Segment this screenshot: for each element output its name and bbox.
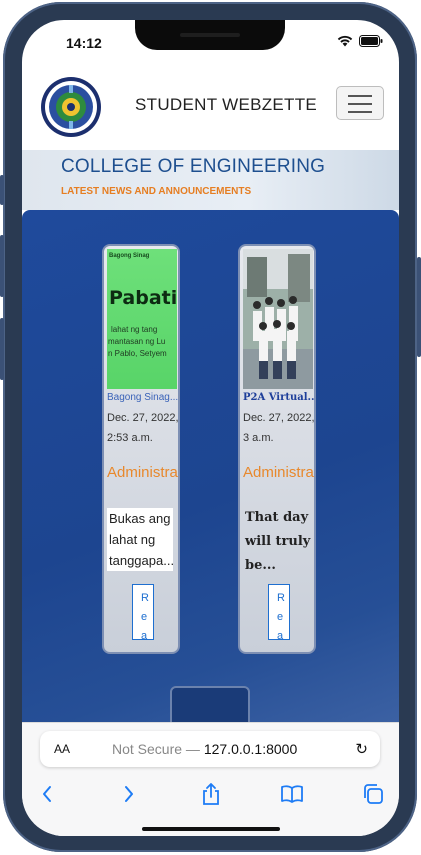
volume-down-button — [0, 318, 4, 380]
reload-icon[interactable]: ↻ — [355, 740, 368, 758]
news-card-author: Administrator — [107, 464, 178, 481]
security-label: Not Secure — — [112, 741, 200, 757]
news-card-image-headline: Pabatid! — [109, 287, 178, 309]
read-more-button[interactable]: Read more — [132, 584, 154, 640]
address-bar[interactable]: AA Not Secure — 127.0.0.1:8000 ↻ — [40, 731, 380, 767]
back-button[interactable] — [32, 779, 62, 809]
hero-banner: COLLEGE OF ENGINEERING LATEST NEWS AND A… — [22, 150, 399, 210]
news-card-excerpt: Bukas ang lahat ng tanggapa... — [107, 508, 174, 571]
wifi-icon — [337, 35, 353, 47]
url-display[interactable]: Not Secure — 127.0.0.1:8000 — [112, 741, 297, 757]
hero-subtitle: LATEST NEWS AND ANNOUNCEMENTS — [61, 186, 252, 197]
read-more-button[interactable]: Read more — [268, 584, 290, 640]
news-card-image-line: lahat ng tang — [111, 325, 158, 334]
battery-icon — [359, 35, 383, 47]
news-card-author: Administrator — [243, 464, 314, 481]
hero-title: COLLEGE OF ENGINEERING — [61, 156, 326, 177]
news-card-category[interactable]: P2A Virtual... — [243, 392, 314, 403]
news-card-image-top: Bagong Sinag — [109, 253, 150, 259]
brand-title[interactable]: STUDENT WEBZETTE — [135, 95, 317, 115]
menu-toggle-button[interactable] — [336, 86, 384, 120]
status-icons — [337, 35, 383, 47]
news-card-date: Dec. 27, 2022, 2:53 a.m. — [107, 412, 179, 444]
text-size-button[interactable]: AA — [54, 742, 70, 756]
hamburger-line-icon — [348, 103, 372, 105]
tabs-button[interactable] — [358, 779, 388, 809]
status-time: 14:12 — [66, 35, 102, 51]
hamburger-line-icon — [348, 111, 372, 113]
college-logo-icon[interactable] — [40, 76, 102, 138]
chevron-left-icon — [43, 786, 51, 802]
safari-toolbar: AA Not Secure — 127.0.0.1:8000 ↻ — [22, 722, 399, 836]
power-button — [417, 257, 421, 357]
share-button[interactable] — [196, 779, 226, 809]
share-icon — [203, 783, 219, 805]
silent-switch — [0, 175, 4, 205]
news-section: Bagong Sinag Pabatid! lahat ng tang mant… — [22, 210, 399, 730]
news-card-image-line: mantasan ng Lu — [108, 337, 166, 346]
home-indicator[interactable] — [142, 827, 280, 831]
screen: 14:12 STUDENT WEBZETTE COLLEGE OF ENGINE… — [22, 20, 399, 836]
volume-up-button — [0, 235, 4, 297]
browser-nav-toolbar — [22, 779, 399, 809]
navbar: STUDENT WEBZETTE — [22, 66, 399, 150]
news-card-image[interactable]: Bagong Sinag Pabatid! lahat ng tang mant… — [107, 249, 178, 389]
bookmarks-button[interactable] — [277, 779, 307, 809]
news-card-category[interactable]: Bagong Sinag... — [107, 392, 178, 403]
tabs-icon — [364, 784, 383, 804]
url-text: 127.0.0.1:8000 — [203, 741, 298, 757]
news-card[interactable]: P2A Virtual... Dec. 27, 2022, 3 a.m. Adm… — [238, 244, 316, 654]
news-card-image[interactable] — [243, 249, 313, 389]
hamburger-line-icon — [348, 95, 372, 97]
forward-button[interactable] — [114, 779, 144, 809]
news-card[interactable]: Bagong Sinag Pabatid! lahat ng tang mant… — [102, 244, 180, 654]
chevron-right-icon — [125, 786, 133, 802]
book-icon — [281, 785, 303, 803]
news-card-date: Dec. 27, 2022, 3 a.m. — [243, 412, 315, 444]
news-card-excerpt: That day will truly be... — [245, 510, 311, 573]
news-card-image-line: n Pablo, Setyem — [108, 349, 167, 358]
speaker-grille — [180, 33, 240, 37]
